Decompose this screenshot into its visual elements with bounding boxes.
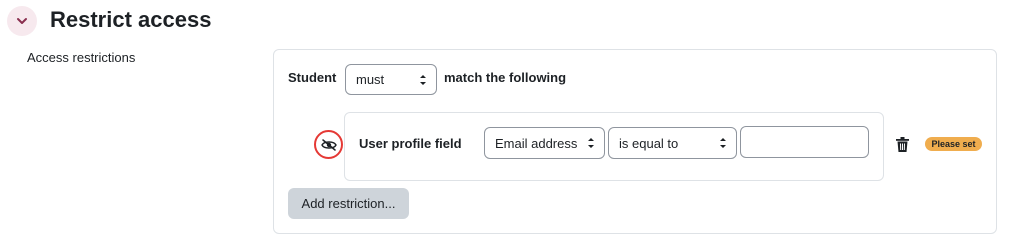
student-label: Student xyxy=(288,70,337,85)
select-caret-icon xyxy=(588,138,594,148)
must-select[interactable]: must xyxy=(345,64,437,95)
profile-field-select-value: Email address xyxy=(495,135,578,151)
add-restriction-button[interactable]: Add restriction... xyxy=(288,188,409,219)
operator-select-value: is equal to xyxy=(619,135,679,151)
collapse-toggle-button[interactable] xyxy=(7,6,37,36)
select-caret-icon xyxy=(420,75,426,85)
must-select-value: must xyxy=(356,72,385,87)
restrict-access-section: Restrict access Access restrictions Stud… xyxy=(0,0,1024,242)
profile-field-select[interactable]: Email address xyxy=(484,127,605,159)
section-title: Restrict access xyxy=(50,7,212,32)
eye-slash-icon xyxy=(320,138,337,151)
select-caret-icon xyxy=(720,138,726,148)
please-set-badge: Please set xyxy=(925,137,982,151)
value-input[interactable] xyxy=(740,126,869,158)
access-restrictions-label: Access restrictions xyxy=(27,50,136,65)
match-following-label: match the following xyxy=(444,70,567,85)
operator-select[interactable]: is equal to xyxy=(608,127,737,159)
eye-toggle-button[interactable] xyxy=(314,130,343,159)
chevron-down-icon xyxy=(17,18,27,24)
trash-icon[interactable] xyxy=(896,137,909,152)
user-profile-field-label: User profile field xyxy=(359,136,462,151)
